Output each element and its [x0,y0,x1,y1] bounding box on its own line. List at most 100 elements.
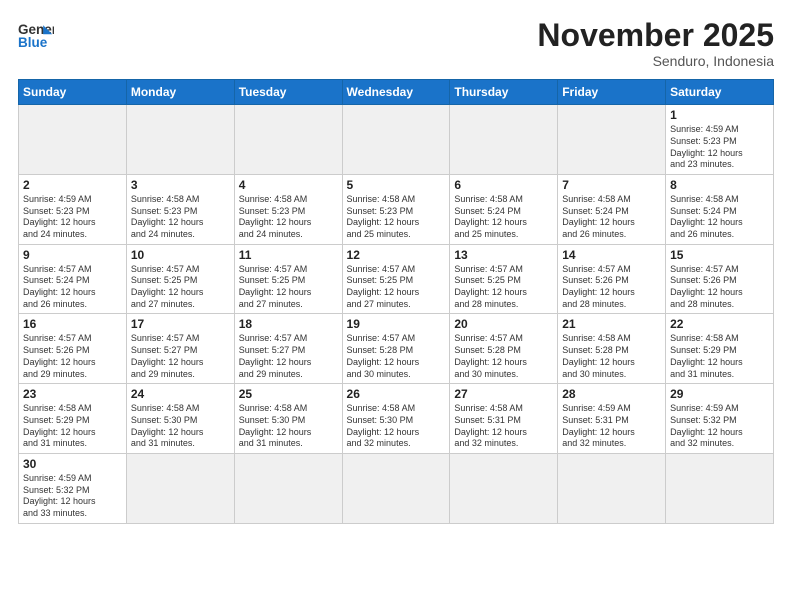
calendar-cell [450,105,558,175]
day-number: 8 [670,178,769,192]
day-number: 23 [23,387,122,401]
calendar-cell [558,453,666,523]
day-number: 30 [23,457,122,471]
day-info: Sunrise: 4:58 AM Sunset: 5:29 PM Dayligh… [670,333,769,380]
calendar-cell [558,105,666,175]
day-info: Sunrise: 4:57 AM Sunset: 5:27 PM Dayligh… [131,333,230,380]
calendar-cell [234,105,342,175]
weekday-header-row: SundayMondayTuesdayWednesdayThursdayFrid… [19,80,774,105]
calendar-cell: 15Sunrise: 4:57 AM Sunset: 5:26 PM Dayli… [666,244,774,314]
calendar-cell: 24Sunrise: 4:58 AM Sunset: 5:30 PM Dayli… [126,384,234,454]
day-number: 25 [239,387,338,401]
day-info: Sunrise: 4:57 AM Sunset: 5:26 PM Dayligh… [562,264,661,311]
location-subtitle: Senduro, Indonesia [537,53,774,69]
calendar-week-2: 2Sunrise: 4:59 AM Sunset: 5:23 PM Daylig… [19,174,774,244]
calendar-cell: 16 Sunrise: 4:57 AM Sunset: 5:26 PM Dayli… [19,314,127,384]
day-info: Sunrise: 4:58 AM Sunset: 5:23 PM Dayligh… [347,194,446,241]
calendar-cell [126,105,234,175]
day-number: 17 [131,317,230,331]
day-number: 5 [347,178,446,192]
calendar-cell: 13Sunrise: 4:57 AM Sunset: 5:25 PM Dayli… [450,244,558,314]
day-info: Sunrise: 4:59 AM Sunset: 5:32 PM Dayligh… [670,403,769,450]
calendar-cell [342,453,450,523]
weekday-tuesday: Tuesday [234,80,342,105]
day-number: 19 [347,317,446,331]
calendar-cell: 25Sunrise: 4:58 AM Sunset: 5:30 PM Dayli… [234,384,342,454]
calendar-table: SundayMondayTuesdayWednesdayThursdayFrid… [18,79,774,524]
logo: General Blue [18,18,54,54]
day-number: 20 [454,317,553,331]
day-number: 14 [562,248,661,262]
page: General Blue November 2025 Senduro, Indo… [0,0,792,612]
calendar-cell: 3Sunrise: 4:58 AM Sunset: 5:23 PM Daylig… [126,174,234,244]
day-number: 13 [454,248,553,262]
day-info: Sunrise: 4:59 AM Sunset: 5:32 PM Dayligh… [23,473,122,520]
day-info: Sunrise: 4:57 AM Sunset: 5:28 PM Dayligh… [454,333,553,380]
calendar-cell: 27Sunrise: 4:58 AM Sunset: 5:31 PM Dayli… [450,384,558,454]
calendar-cell: 26Sunrise: 4:58 AM Sunset: 5:30 PM Dayli… [342,384,450,454]
day-number: 28 [562,387,661,401]
calendar-cell: 14 Sunrise: 4:57 AM Sunset: 5:26 PM Dayli… [558,244,666,314]
calendar-cell: 18 Sunrise: 4:57 AM Sunset: 5:27 PM Dayli… [234,314,342,384]
day-info: Sunrise: 4:57 AM Sunset: 5:26 PM Dayligh… [670,264,769,311]
calendar-week-3: 9 Sunrise: 4:57 AM Sunset: 5:24 PM Daylig… [19,244,774,314]
day-info: Sunrise: 4:58 AM Sunset: 5:28 PM Dayligh… [562,333,661,380]
calendar-cell: 19 Sunrise: 4:57 AM Sunset: 5:28 PM Dayli… [342,314,450,384]
calendar-cell: 6 Sunrise: 4:58 AM Sunset: 5:24 PM Daylig… [450,174,558,244]
day-number: 3 [131,178,230,192]
day-number: 1 [670,108,769,122]
day-number: 10 [131,248,230,262]
calendar-cell [234,453,342,523]
calendar-week-1: 1 Sunrise: 4:59 AM Sunset: 5:23 PM Daylig… [19,105,774,175]
calendar-cell [450,453,558,523]
calendar-cell: 9 Sunrise: 4:57 AM Sunset: 5:24 PM Daylig… [19,244,127,314]
month-title: November 2025 [537,18,774,53]
calendar-cell: 11 Sunrise: 4:57 AM Sunset: 5:25 PM Dayli… [234,244,342,314]
day-number: 16 [23,317,122,331]
calendar-cell: 4 Sunrise: 4:58 AM Sunset: 5:23 PM Daylig… [234,174,342,244]
day-info: Sunrise: 4:58 AM Sunset: 5:24 PM Dayligh… [670,194,769,241]
calendar-week-4: 16 Sunrise: 4:57 AM Sunset: 5:26 PM Dayli… [19,314,774,384]
calendar-cell: 5 Sunrise: 4:58 AM Sunset: 5:23 PM Daylig… [342,174,450,244]
calendar-cell: 10 Sunrise: 4:57 AM Sunset: 5:25 PM Dayli… [126,244,234,314]
calendar-cell: 22 Sunrise: 4:58 AM Sunset: 5:29 PM Dayli… [666,314,774,384]
day-info: Sunrise: 4:57 AM Sunset: 5:25 PM Dayligh… [239,264,338,311]
calendar-cell: 2Sunrise: 4:59 AM Sunset: 5:23 PM Daylig… [19,174,127,244]
calendar-cell [19,105,127,175]
day-number: 18 [239,317,338,331]
day-info: Sunrise: 4:58 AM Sunset: 5:23 PM Dayligh… [239,194,338,241]
calendar-cell [126,453,234,523]
day-number: 4 [239,178,338,192]
calendar-cell: 8 Sunrise: 4:58 AM Sunset: 5:24 PM Daylig… [666,174,774,244]
day-number: 26 [347,387,446,401]
weekday-thursday: Thursday [450,80,558,105]
header: General Blue November 2025 Senduro, Indo… [18,18,774,69]
weekday-sunday: Sunday [19,80,127,105]
day-number: 6 [454,178,553,192]
day-info: Sunrise: 4:59 AM Sunset: 5:23 PM Dayligh… [670,124,769,171]
calendar-cell [666,453,774,523]
day-info: Sunrise: 4:58 AM Sunset: 5:24 PM Dayligh… [454,194,553,241]
day-number: 9 [23,248,122,262]
day-info: Sunrise: 4:58 AM Sunset: 5:29 PM Dayligh… [23,403,122,450]
title-block: November 2025 Senduro, Indonesia [537,18,774,69]
day-info: Sunrise: 4:57 AM Sunset: 5:28 PM Dayligh… [347,333,446,380]
day-number: 24 [131,387,230,401]
calendar-cell: 7Sunrise: 4:58 AM Sunset: 5:24 PM Daylig… [558,174,666,244]
day-info: Sunrise: 4:57 AM Sunset: 5:26 PM Dayligh… [23,333,122,380]
day-number: 29 [670,387,769,401]
day-info: Sunrise: 4:57 AM Sunset: 5:25 PM Dayligh… [347,264,446,311]
weekday-monday: Monday [126,80,234,105]
calendar-cell: 17 Sunrise: 4:57 AM Sunset: 5:27 PM Dayli… [126,314,234,384]
weekday-wednesday: Wednesday [342,80,450,105]
day-info: Sunrise: 4:57 AM Sunset: 5:25 PM Dayligh… [131,264,230,311]
day-info: Sunrise: 4:57 AM Sunset: 5:27 PM Dayligh… [239,333,338,380]
day-info: Sunrise: 4:58 AM Sunset: 5:31 PM Dayligh… [454,403,553,450]
calendar-cell: 28Sunrise: 4:59 AM Sunset: 5:31 PM Dayli… [558,384,666,454]
day-number: 21 [562,317,661,331]
day-number: 22 [670,317,769,331]
day-info: Sunrise: 4:57 AM Sunset: 5:24 PM Dayligh… [23,264,122,311]
day-number: 11 [239,248,338,262]
calendar-cell: 29 Sunrise: 4:59 AM Sunset: 5:32 PM Dayli… [666,384,774,454]
calendar-cell: 1 Sunrise: 4:59 AM Sunset: 5:23 PM Daylig… [666,105,774,175]
